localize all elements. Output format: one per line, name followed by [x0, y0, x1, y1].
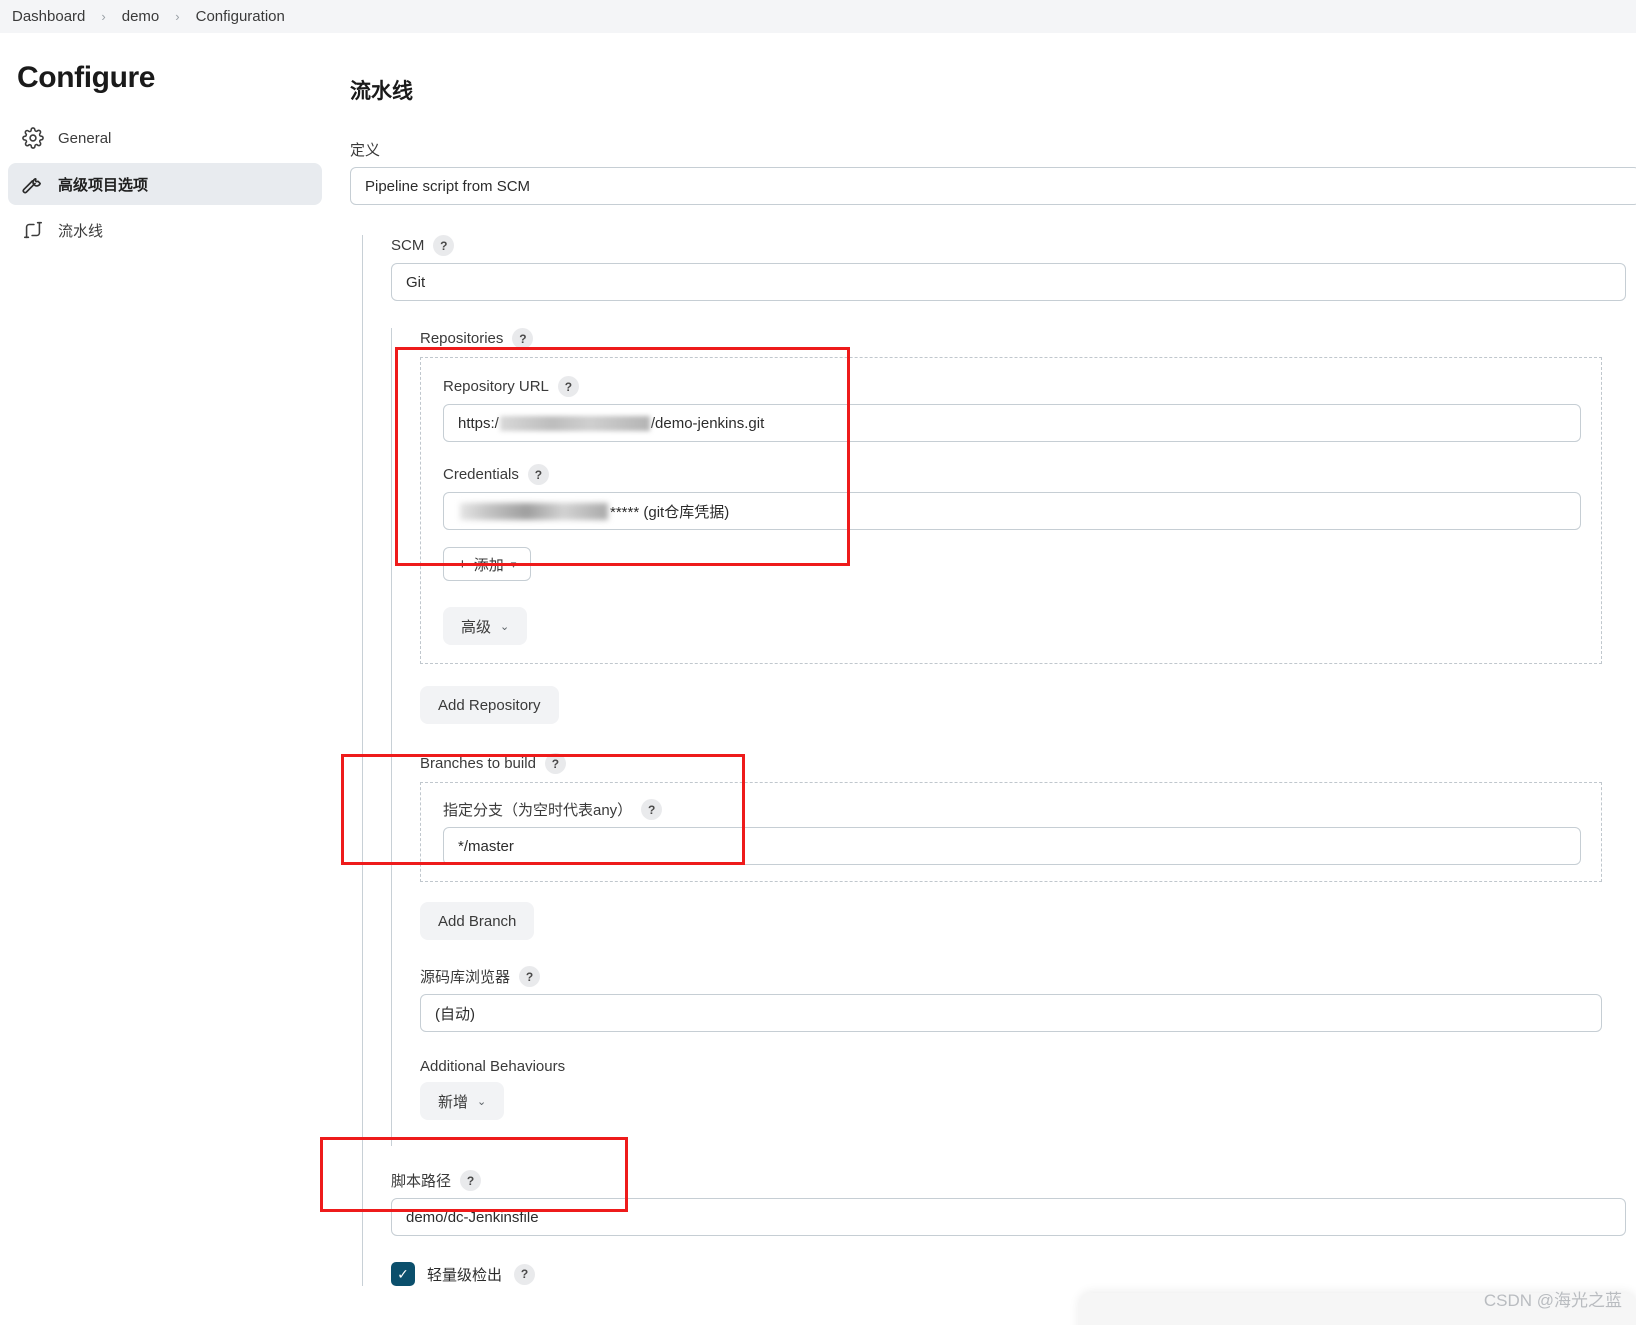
lightweight-checkout-checkbox[interactable]: ✓: [391, 1262, 415, 1286]
breadcrumb-item-dashboard[interactable]: Dashboard: [8, 8, 89, 25]
add-behaviour-button[interactable]: 新增 ⌄: [420, 1082, 505, 1120]
repositories-group: Repositories ? Repository URL ? https:/ …: [391, 328, 1636, 1146]
lightweight-checkout-label: 轻量级检出: [427, 1266, 503, 1284]
watermark: CSDN @海光之蓝: [1483, 1291, 1622, 1310]
wrench-icon: [22, 173, 44, 195]
script-path-field: 脚本路径 ? demo/dc-Jenkinsfile: [391, 1170, 1636, 1236]
repository-browser-label: 源码库浏览器 ?: [420, 966, 1636, 987]
sidebar-nav: General 高级项目选项 流水线: [0, 117, 330, 251]
credentials-label: Credentials ?: [443, 464, 1601, 485]
help-icon[interactable]: ?: [557, 376, 579, 397]
branch-specifier-input[interactable]: */master: [443, 827, 1581, 865]
sidebar-item-advanced-project-options[interactable]: 高级项目选项: [8, 163, 322, 205]
breadcrumb: Dashboard › demo › Configuration: [0, 0, 1636, 33]
sidebar-item-label: 流水线: [58, 222, 104, 240]
branch-entry: 指定分支（为空时代表any） ? */master: [420, 782, 1602, 882]
breadcrumb-separator-icon: ›: [101, 9, 106, 24]
branch-specifier-label: 指定分支（为空时代表any） ?: [443, 799, 1601, 820]
script-path-input[interactable]: demo/dc-Jenkinsfile: [391, 1198, 1626, 1236]
section-title-pipeline: 流水线: [350, 80, 413, 103]
scm-select[interactable]: Git: [391, 263, 1626, 301]
repository-url-label: Repository URL ?: [443, 376, 1601, 397]
help-icon[interactable]: ?: [527, 464, 549, 485]
repository-url-input[interactable]: https:/ /demo-jenkins.git: [443, 404, 1581, 442]
branches-to-build-label: Branches to build ?: [420, 753, 1636, 774]
help-icon[interactable]: ?: [512, 328, 534, 349]
definition-field: 定义 Pipeline script from SCM: [350, 139, 1636, 205]
help-icon[interactable]: ?: [641, 799, 663, 820]
page-title: Configure: [17, 61, 156, 94]
help-icon[interactable]: ?: [433, 235, 455, 256]
sidebar-item-pipeline[interactable]: 流水线: [8, 209, 322, 251]
breadcrumb-item-demo[interactable]: demo: [118, 8, 164, 25]
main-content: 流水线 定义 Pipeline script from SCM SCM ? Gi…: [330, 33, 1636, 1325]
breadcrumb-separator-icon: ›: [175, 9, 180, 24]
chevron-down-icon: ▾: [510, 558, 517, 571]
help-icon[interactable]: ?: [544, 753, 566, 774]
repositories-label: Repositories ?: [420, 328, 1636, 349]
script-path-label: 脚本路径 ?: [391, 1170, 1636, 1191]
definition-select[interactable]: Pipeline script from SCM: [350, 167, 1636, 205]
definition-label: 定义: [350, 142, 381, 159]
sidebar-item-label: General: [58, 129, 112, 147]
help-icon[interactable]: ?: [460, 1170, 482, 1191]
chevron-down-icon: ⌄: [477, 1095, 487, 1108]
additional-behaviours-label: Additional Behaviours: [420, 1058, 566, 1075]
sidebar-item-label: 高级项目选项: [58, 176, 149, 194]
add-branch-button[interactable]: Add Branch: [420, 902, 535, 940]
repository-browser-select[interactable]: (自动): [420, 994, 1602, 1032]
help-icon[interactable]: ?: [514, 1263, 536, 1285]
scm-group: SCM ? Git Repositories ? Repository URL …: [362, 235, 1636, 1286]
repository-entry: Repository URL ? https:/ /demo-jenkins.g…: [420, 357, 1602, 664]
redacted-credential: [460, 502, 608, 520]
jenkins-configure-page: Dashboard › demo › Configuration Configu…: [0, 0, 1636, 1325]
add-repository-button[interactable]: Add Repository: [420, 686, 559, 724]
breadcrumb-item-configuration[interactable]: Configuration: [192, 8, 289, 25]
pipeline-icon: [22, 219, 44, 241]
sidebar: Configure General 高级项目选项 流水线: [0, 33, 330, 1325]
lightweight-checkout-field: ✓ 轻量级检出 ?: [391, 1262, 1636, 1286]
repository-advanced-button[interactable]: 高级 ⌄: [443, 607, 528, 645]
redacted-host: [499, 415, 650, 431]
sidebar-item-general[interactable]: General: [8, 117, 322, 159]
credentials-select[interactable]: ***** (git仓库凭据): [443, 492, 1581, 530]
add-credential-button[interactable]: + 添加 ▾: [443, 547, 532, 581]
scm-label: SCM ?: [391, 235, 1636, 256]
gear-icon: [22, 127, 44, 149]
help-icon[interactable]: ?: [519, 966, 541, 987]
chevron-down-icon: ⌄: [500, 620, 510, 633]
